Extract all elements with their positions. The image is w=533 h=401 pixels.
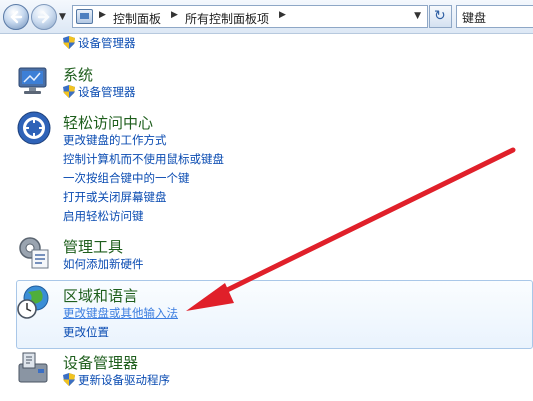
address-toolbar: ▼ ▶ 控制面板 ▶ 所有控制面板项 ▶ ▼ ↻ 键盘 (0, 0, 533, 34)
update-driver-link[interactable]: 更新设备驱动程序 (63, 372, 170, 388)
address-dropdown[interactable]: ▼ (414, 11, 421, 21)
back-button[interactable] (3, 4, 29, 30)
forward-button[interactable] (31, 4, 57, 30)
breadcrumb-separator[interactable]: ▶ (99, 10, 106, 20)
category-link[interactable]: 控制计算机而不使用鼠标或键盘 (63, 151, 224, 167)
device-manager-link[interactable]: 设备管理器 (63, 35, 136, 51)
ease-of-access-icon (17, 111, 51, 145)
category-link[interactable]: 如何添加新硬件 (63, 256, 144, 272)
results-list: 设备管理器 系统 设备管理器 轻松访问中心 更改键盘的工作方式 控制计算机而不使… (0, 34, 533, 401)
uac-shield-icon (63, 373, 75, 386)
address-bar[interactable]: ▶ 控制面板 ▶ 所有控制面板项 ▶ ▼ (72, 5, 428, 28)
category-link[interactable]: 更改键盘的工作方式 (63, 132, 167, 148)
uac-shield-icon (63, 36, 75, 49)
category-link[interactable]: 一次按组合键中的一个键 (63, 170, 190, 186)
category-title[interactable]: 区域和语言 (63, 285, 138, 306)
control-panel-icon (76, 9, 93, 24)
uac-shield-icon (63, 85, 75, 98)
category-title[interactable]: 系统 (63, 64, 93, 85)
category-title[interactable]: 设备管理器 (63, 352, 138, 373)
system-monitor-icon (18, 67, 47, 94)
back-arrow-icon (10, 10, 23, 24)
admin-tools-icon (19, 237, 49, 269)
search-input[interactable]: 键盘 (456, 5, 533, 28)
breadcrumb-separator[interactable]: ▶ (171, 10, 178, 20)
refresh-icon: ↻ (434, 8, 446, 24)
globe-clock-icon (17, 285, 49, 319)
category-title[interactable]: 轻松访问中心 (63, 112, 153, 133)
change-keyboard-input-link[interactable]: 更改键盘或其他输入法 (63, 305, 178, 321)
category-link[interactable]: 打开或关闭屏幕键盘 (63, 189, 167, 205)
breadcrumb-control-panel[interactable]: 控制面板 (113, 10, 161, 27)
breadcrumb-separator[interactable]: ▶ (279, 10, 286, 20)
refresh-button[interactable]: ↻ (429, 5, 452, 28)
device-manager-icon (18, 352, 48, 383)
breadcrumb-all-items[interactable]: 所有控制面板项 (185, 10, 269, 27)
device-manager-link[interactable]: 设备管理器 (63, 84, 136, 100)
category-link[interactable]: 更改位置 (63, 324, 109, 340)
category-title[interactable]: 管理工具 (63, 236, 123, 257)
category-link[interactable]: 启用轻松访问键 (63, 208, 144, 224)
forward-arrow-icon (37, 10, 50, 24)
recent-pages-dropdown[interactable]: ▼ (59, 12, 66, 22)
